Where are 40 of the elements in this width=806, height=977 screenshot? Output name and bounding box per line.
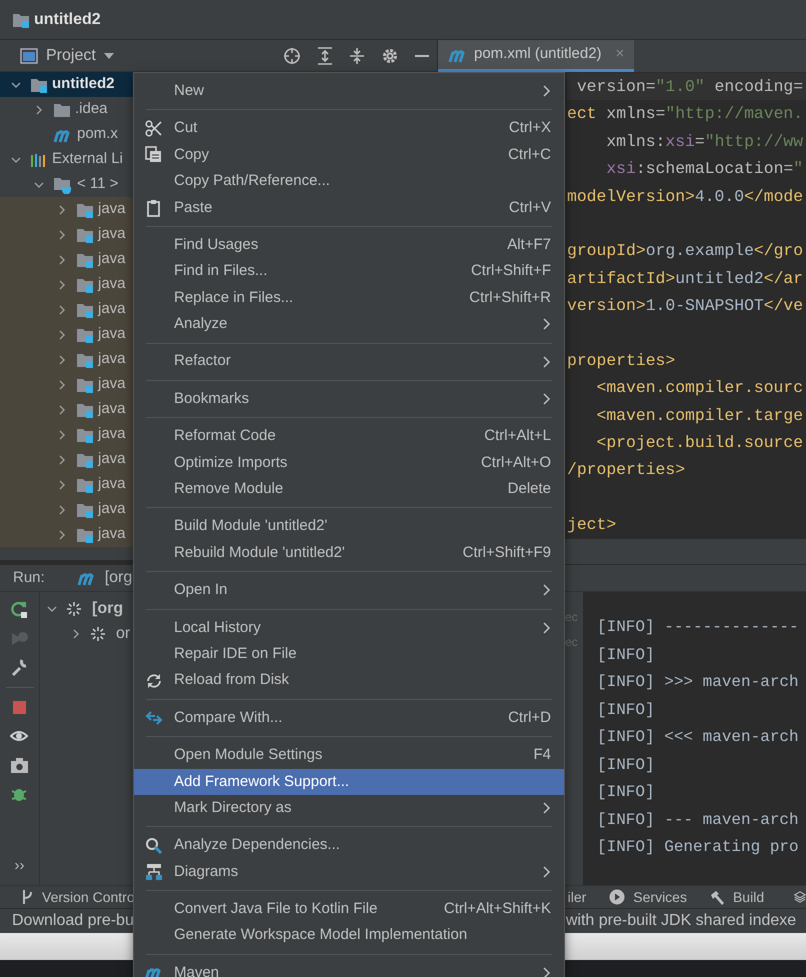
run-label: Run: [13, 568, 45, 588]
code-line: <maven.compiler.sourc [596, 377, 804, 400]
shortcut-text: Ctrl+Shift+F9 [462, 542, 551, 563]
code-line: /properties> [567, 459, 686, 482]
console-line: [INFO] [597, 754, 656, 776]
shortcut-text: Ctrl+Shift+R [469, 288, 551, 308]
shortcut-text: Ctrl+Alt+O [480, 452, 551, 473]
code-line: xsi:schemaLocation=" [605, 158, 804, 180]
code-line: version>1.0-SNAPSHOT</ve [567, 295, 804, 318]
console-line: [INFO] -------------- [597, 617, 800, 638]
shortcut-text: Ctrl+V [508, 198, 551, 218]
console-line: [INFO] >>> maven-arch [597, 672, 800, 693]
code-line: ject> [567, 514, 618, 536]
shortcut-text: Ctrl+Alt+L [484, 426, 551, 446]
status-text: with pre-built JDK shared indexe [566, 911, 796, 931]
shortcut-text: Ctrl+X [508, 118, 551, 138]
shortcut-text: Ctrl+D [508, 708, 551, 728]
shortcut-text: Alt+F7 [507, 234, 551, 255]
shortcut-text: Ctrl+C [508, 144, 551, 165]
console-line: [INFO] [597, 700, 656, 720]
console-line: [INFO] <<< maven-arch [597, 727, 800, 748]
code-line: groupId>org.example</gro [567, 240, 804, 262]
code-line: <project.build.source [596, 432, 804, 454]
console-line: [INFO] Generating pro [597, 837, 800, 858]
code-line: <maven.compiler.targe [596, 404, 804, 427]
code-line: modelVersion>4.0.0</mode [567, 186, 804, 208]
console-line: [INFO] [597, 782, 656, 803]
code-line: artifactId>untitled2</ar [567, 268, 804, 290]
shortcut-text: Delete [508, 479, 551, 500]
shortcut-text: Ctrl+Alt+Shift+K [444, 899, 551, 920]
console-line: [INFO] --- maven-arch [597, 810, 800, 830]
code-line: xmlns:xsi="http://ww [605, 130, 804, 153]
console-line: [INFO] [597, 644, 656, 666]
tab-label: pom.xml (untitled2) [474, 44, 602, 64]
code-line: properties> [567, 350, 676, 372]
code-line: ect xmlns="http://maven. [567, 103, 804, 126]
window-title: untitled2 [34, 10, 101, 30]
status-text: Download pre-bu [12, 911, 134, 931]
shortcut-text: F4 [533, 745, 551, 766]
shortcut-text: Ctrl+Shift+F [470, 261, 551, 282]
